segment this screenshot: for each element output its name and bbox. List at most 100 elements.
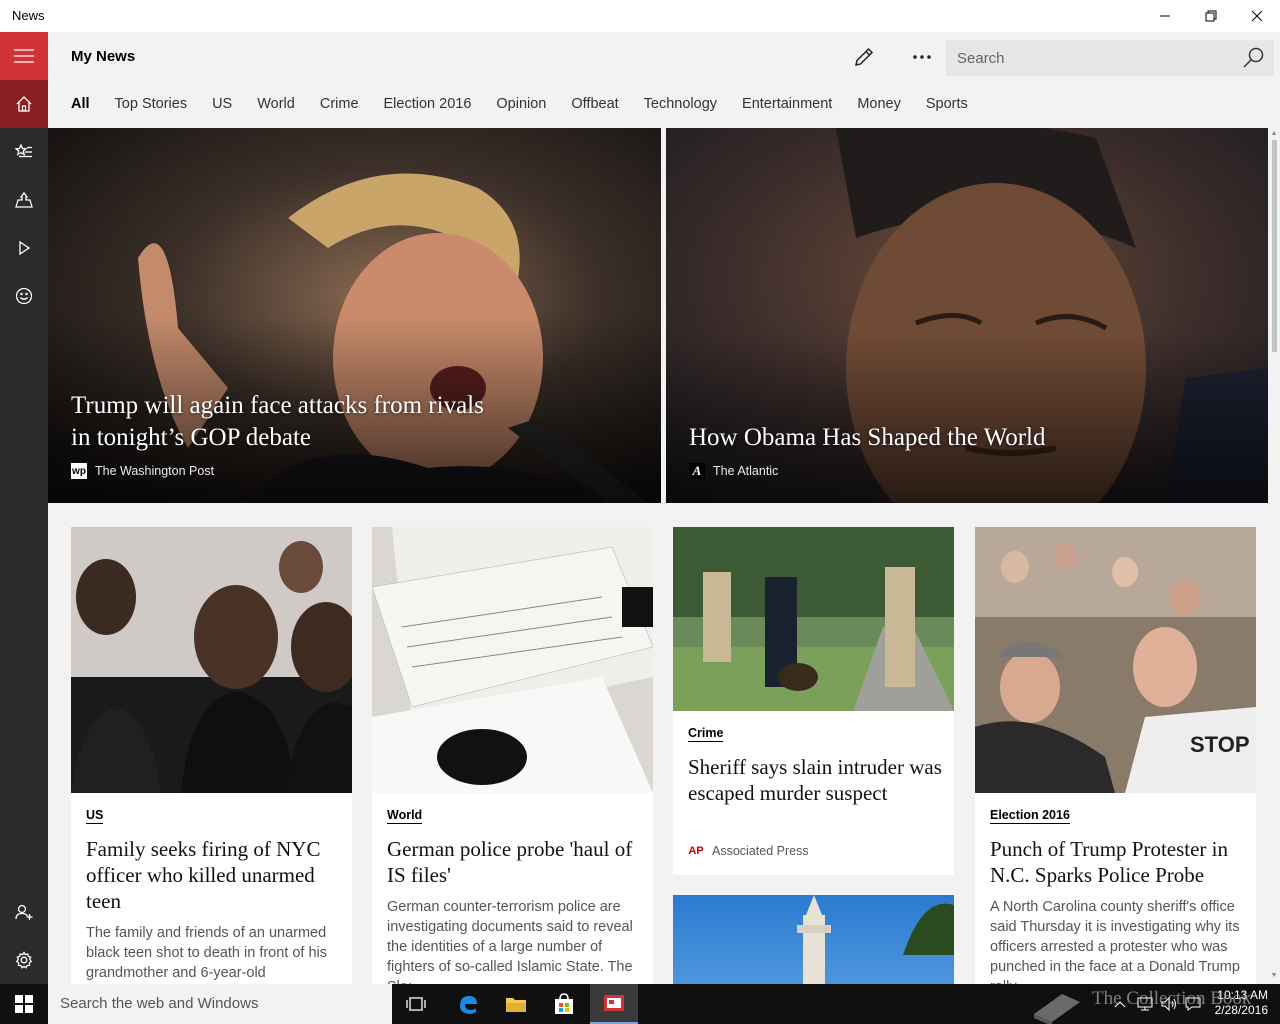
nav-settings[interactable] (0, 936, 48, 984)
hero-story-2[interactable]: How Obama Has Shaped the World A The Atl… (666, 128, 1268, 503)
hero-story-1[interactable]: Trump will again face attacks from rival… (48, 128, 661, 503)
card-category: US (86, 808, 104, 824)
nav-local[interactable] (0, 176, 48, 224)
minimize-icon (1160, 15, 1170, 17)
scroll-up-icon[interactable]: ▲ (1270, 130, 1278, 138)
windows-logo-icon (15, 995, 33, 1013)
close-button[interactable] (1234, 0, 1280, 32)
tab-money[interactable]: Money (857, 96, 901, 116)
star-list-icon (15, 143, 32, 158)
tab-top-stories[interactable]: Top Stories (115, 96, 188, 116)
card-image-protest: STOP (975, 527, 1256, 793)
card-title: German police probe 'haul of IS files' (387, 837, 633, 887)
card-category: World (387, 808, 423, 824)
nav-account[interactable] (0, 888, 48, 936)
news-card-1[interactable]: US Family seeks firing of NYC officer wh… (71, 527, 352, 984)
card-image-police (673, 527, 954, 711)
tab-offbeat[interactable]: Offbeat (571, 96, 618, 116)
card-title: Family seeks firing of NYC officer who k… (86, 837, 321, 913)
minimize-button[interactable] (1142, 0, 1188, 32)
search-box[interactable] (946, 40, 1274, 76)
news-feed: Trump will again face attacks from rival… (48, 128, 1268, 984)
hero-source-name: The Washington Post (95, 464, 215, 478)
card-title: Punch of Trump Protester in N.C. Sparks … (990, 837, 1229, 887)
task-view-button[interactable] (392, 984, 440, 1024)
tab-sports[interactable]: Sports (926, 96, 968, 116)
hero-headline: Trump will again face attacks from rival… (71, 392, 484, 451)
news-app-button[interactable] (590, 984, 638, 1024)
book-icon (1034, 994, 1080, 1024)
add-user-icon (15, 904, 33, 920)
title-bar: News (0, 0, 1280, 32)
ap-logo-icon: AP (688, 845, 704, 857)
taskbar-search-box[interactable]: Search the web and Windows (48, 984, 392, 1024)
watermark: The Collection Book (1028, 980, 1280, 1024)
card-summary: German counter-terrorism police are inve… (387, 899, 633, 984)
nav-rail (0, 32, 48, 984)
restore-icon (1205, 10, 1217, 22)
card-category: Crime (688, 726, 724, 742)
tab-opinion[interactable]: Opinion (496, 96, 546, 116)
window-title: News (12, 8, 45, 23)
page-title: My News (71, 48, 136, 65)
tab-crime[interactable]: Crime (320, 96, 359, 116)
card-image-documents (372, 527, 653, 793)
nav-offbeat[interactable] (0, 272, 48, 320)
watermark-text: The Collection Book (1092, 988, 1252, 1009)
news-card-5[interactable] (673, 895, 954, 984)
edge-icon (460, 996, 477, 1014)
smiley-icon (15, 287, 33, 305)
gear-icon (15, 951, 33, 969)
card-source: AP Associated Press (688, 843, 809, 859)
card-image-minaret (673, 895, 954, 984)
hero-source-name: The Atlantic (713, 464, 779, 478)
tab-world[interactable]: World (257, 96, 295, 116)
news-card-3[interactable]: Crime Sheriff says slain intruder was es… (673, 527, 954, 875)
card-source-name: Associated Press (712, 844, 809, 858)
category-tabs: All Top Stories US World Crime Election 2016 O… (71, 96, 993, 116)
search-icon (1243, 47, 1264, 68)
folder-icon (506, 998, 526, 1012)
nav-video[interactable] (0, 224, 48, 272)
edge-app-button[interactable] (444, 984, 492, 1024)
news-card-2[interactable]: World German police probe 'haul of IS fi… (372, 527, 653, 984)
atlantic-logo-icon: A (689, 463, 705, 479)
nav-home[interactable] (0, 80, 48, 128)
tab-all[interactable]: All (71, 96, 90, 116)
close-icon (1251, 10, 1263, 22)
scroll-down-icon[interactable]: ▼ (1270, 972, 1278, 980)
taskbar-search-placeholder: Search the web and Windows (60, 995, 259, 1012)
tab-entertainment[interactable]: Entertainment (742, 96, 832, 116)
card-summary: A North Carolina county sheriff's office… (990, 899, 1240, 984)
hero-headline: How Obama Has Shaped the World (689, 424, 1046, 451)
card-image-family (71, 527, 352, 793)
start-button[interactable] (0, 984, 48, 1024)
scrollbar-thumb[interactable] (1272, 140, 1277, 352)
app-header: My News All Top Stories US World Crime Electi… (48, 32, 1280, 128)
hero-source: A The Atlantic (689, 463, 778, 479)
more-icon (913, 55, 931, 59)
nav-interests[interactable] (0, 128, 48, 176)
search-button[interactable] (1242, 46, 1266, 70)
hamburger-menu-button[interactable] (0, 32, 48, 80)
tab-us[interactable]: US (212, 96, 232, 116)
edit-button[interactable] (844, 42, 884, 72)
task-view-icon (406, 997, 426, 1011)
file-explorer-button[interactable] (492, 984, 540, 1024)
vertical-scrollbar[interactable]: ▲ ▼ (1268, 128, 1280, 984)
svg-text:STOP: STOP (1190, 732, 1250, 757)
pencil-icon (855, 47, 874, 66)
more-options-button[interactable] (902, 42, 942, 72)
card-category: Election 2016 (990, 808, 1070, 824)
search-input[interactable] (946, 40, 1237, 76)
card-title: Sheriff says slain intruder was escaped … (688, 755, 942, 805)
store-app-button[interactable] (540, 984, 588, 1024)
hero-source: wp The Washington Post (71, 463, 214, 479)
store-icon (555, 993, 573, 1014)
tab-technology[interactable]: Technology (644, 96, 717, 116)
hamburger-icon (14, 49, 34, 63)
local-icon (15, 191, 33, 208)
restore-button[interactable] (1188, 0, 1234, 32)
news-card-4[interactable]: STOP Election 2016 Punch of Trump Protes… (975, 527, 1256, 984)
tab-election-2016[interactable]: Election 2016 (384, 96, 472, 116)
